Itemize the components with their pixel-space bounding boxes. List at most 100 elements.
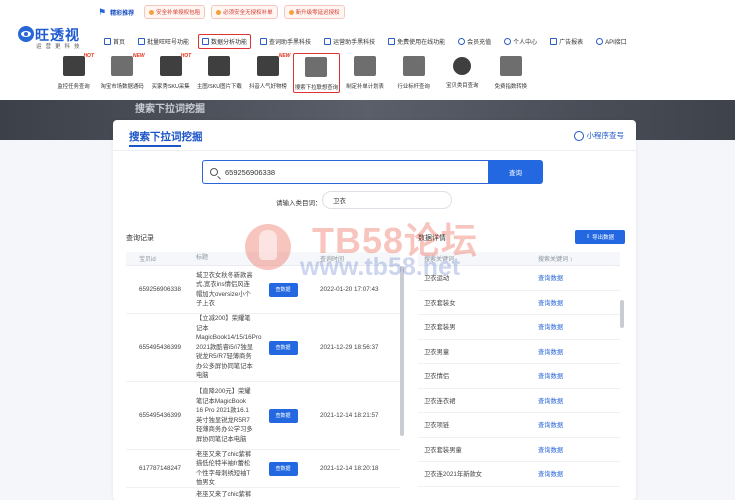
trend-icon <box>499 56 522 76</box>
nav-home[interactable]: 首页 <box>104 37 125 46</box>
table-row: 655495436399 【立减200】荣耀笔记本MagicBook14/15/… <box>126 314 400 382</box>
item-title: 【直降200元】荣耀笔记本MagicBook 16 Pro 2021款16.1英… <box>196 388 253 443</box>
title-underline <box>129 145 181 147</box>
new-badge: NEW <box>132 53 145 59</box>
keyword: 卫衣连衣裙 <box>424 397 456 405</box>
monitor-icon <box>305 57 328 77</box>
category-input[interactable]: 卫衣 <box>322 191 452 209</box>
tiktok-icon <box>256 56 279 76</box>
query-data-button[interactable]: 查数据 <box>268 340 298 355</box>
query-data-link[interactable]: 查询数据 <box>538 322 620 331</box>
item-title: 老巫又来了chic紫裤描低伦特半袖fr蕾松个性字母刺绣短袖T恤男女 <box>196 450 252 487</box>
table-row: 卫衣连衣裙 查询数据 <box>418 389 620 413</box>
clover-icon <box>453 57 472 75</box>
tool-search-dropdown[interactable]: 搜索下拉联想查询 <box>292 53 340 93</box>
table-row: 卫衣男童 查询数据 <box>418 340 620 364</box>
table-row: 卫衣套装女 查询数据 <box>418 291 620 315</box>
keyword: 卫衣套装男童 <box>424 446 462 454</box>
site-header: ⚑ 精彩推荐 安全补单授权包租 必须安全无授权补单 新升级零延迟授权 旺透视 运… <box>0 0 735 100</box>
ops-icon <box>324 37 332 45</box>
table-row: 老巫又来了chic紫裤描 <box>126 488 400 500</box>
query-data-link[interactable]: 查询数据 <box>538 298 620 307</box>
nav-vip[interactable]: 会员充值 <box>458 37 491 46</box>
nav-free-tools[interactable]: 免费使用在线功能 <box>388 37 445 46</box>
keyword: 卫衣套装女 <box>424 299 456 307</box>
item-title: 老巫又来了chic紫裤描 <box>196 491 252 498</box>
bars-icon <box>354 56 377 76</box>
promo-title: 精彩推荐 <box>110 10 135 17</box>
query-data-link[interactable]: 查询数据 <box>538 420 620 429</box>
query-data-link[interactable]: 查询数据 <box>538 396 620 405</box>
promo-chip[interactable]: 安全补单授权包租 <box>144 5 206 19</box>
watermark-url: www.tb58.net <box>300 253 461 281</box>
flag-outline-icon <box>402 56 425 76</box>
tool-order-plan[interactable]: 制定补单计划表 <box>342 53 389 93</box>
search-input[interactable]: 659256906338 <box>202 160 488 184</box>
tool-index-convert[interactable]: 免费指数转换 <box>487 53 534 93</box>
promo-chip[interactable]: 必须安全无授权补单 <box>211 5 278 19</box>
history-table: 宝贝id 标题 查询时间 659256906338 城卫衣女秋冬新款高式,宽衣i… <box>126 252 400 500</box>
item-id: 617787148247 <box>139 465 182 472</box>
history-scrollbar[interactable] <box>400 266 404 436</box>
tool-industry-benchmark[interactable]: 行业标杆查询 <box>390 53 437 93</box>
nav-keyword-helper[interactable]: 查词助手黑科技 <box>260 37 311 46</box>
table-row: 617787148247 老巫又来了chic紫裤描低伦特半袖fr蕾松个性字母刺绣… <box>126 450 400 488</box>
primary-nav: 首页 批量旺旺号功能 数据分析功能 查词助手黑科技 运营助手黑科技 免费使用在线… <box>104 33 640 49</box>
hot-badge: HOT <box>83 53 94 59</box>
batch-icon <box>138 37 146 45</box>
mini-program-icon <box>573 130 584 141</box>
tool-monitor[interactable]: HOT 监控任务查询 <box>50 53 97 93</box>
promo-chip[interactable]: 新升级零延迟授权 <box>283 5 345 19</box>
camera-icon <box>62 56 85 76</box>
page-title: 搜索下拉词挖掘 <box>129 131 203 143</box>
nav-user-center[interactable]: 个人中心 <box>504 37 537 46</box>
tool-category-query[interactable]: 宝贝类目查询 <box>439 53 486 93</box>
query-data-button[interactable]: 查数据 <box>268 408 298 423</box>
col-keyword-sort[interactable]: 搜索关键词 ↕ <box>538 254 620 263</box>
tool-market-data[interactable]: NEW 淘宝市场数据通码 <box>99 53 146 93</box>
search-button[interactable]: 查询 <box>488 160 543 184</box>
table-row: 卫衣情侣 查询数据 <box>418 364 620 389</box>
hot-badge: HOT <box>180 53 192 59</box>
query-data-link[interactable]: 查询数据 <box>538 371 620 380</box>
vip-icon <box>458 37 466 45</box>
keyword: 卫衣套装男 <box>424 324 456 332</box>
results-scrollbar[interactable] <box>620 300 624 328</box>
mini-program-link[interactable]: 小程序查号 <box>573 130 624 141</box>
keyword: 卫衣男童 <box>424 348 450 356</box>
query-data-link[interactable]: 查询数据 <box>538 469 620 478</box>
new-badge: NEW <box>278 53 291 59</box>
query-data-link[interactable]: 查询数据 <box>538 273 620 282</box>
query-data-button[interactable]: 查数据 <box>268 461 298 476</box>
coin-icon <box>149 9 155 15</box>
category-label: 请输入类目词： <box>276 200 322 207</box>
nav-data-analysis[interactable]: 数据分析功能 <box>198 33 252 49</box>
item-id: 659256906338 <box>139 286 182 293</box>
query-data-link[interactable]: 查询数据 <box>538 445 620 454</box>
coin-icon <box>288 9 294 15</box>
table-row: 655495436399 【直降200元】荣耀笔记本MagicBook 16 P… <box>126 382 400 450</box>
grid-icon <box>159 56 182 76</box>
box-icon <box>208 56 231 76</box>
tool-douyin-rank[interactable]: NEW 抖音人气好物榜 <box>244 53 291 93</box>
nav-ad-report[interactable]: 广告报表 <box>550 37 583 46</box>
home-icon <box>104 37 111 45</box>
data-icon <box>202 37 210 45</box>
nav-batch[interactable]: 批量旺旺号功能 <box>138 37 189 46</box>
nav-api[interactable]: API接口 <box>596 37 627 46</box>
table-row: 卫衣套装男童 查询数据 <box>418 438 620 462</box>
user-icon <box>504 37 512 45</box>
table-row: 卫衣项链 查询数据 <box>418 413 620 438</box>
tool-image-download[interactable]: 主图/SKU图片下载 <box>196 53 243 93</box>
nav-ops-helper[interactable]: 运营助手黑科技 <box>324 37 375 46</box>
search-value: 659256906338 <box>225 167 276 177</box>
query-data-button[interactable]: 查数据 <box>268 282 298 297</box>
table-row: 卫衣连2021年新款女 查询数据 <box>418 462 620 487</box>
item-id: 655495436399 <box>139 344 182 351</box>
col-item-id: 宝贝id <box>139 257 156 263</box>
keyword-icon <box>260 37 268 45</box>
export-button[interactable]: ⇩ 导出数据 <box>575 230 625 244</box>
tool-buyer-show[interactable]: HOT 买家秀SKU采集 <box>147 53 194 93</box>
query-data-link[interactable]: 查询数据 <box>538 347 620 356</box>
chart-bar-icon <box>111 56 134 76</box>
